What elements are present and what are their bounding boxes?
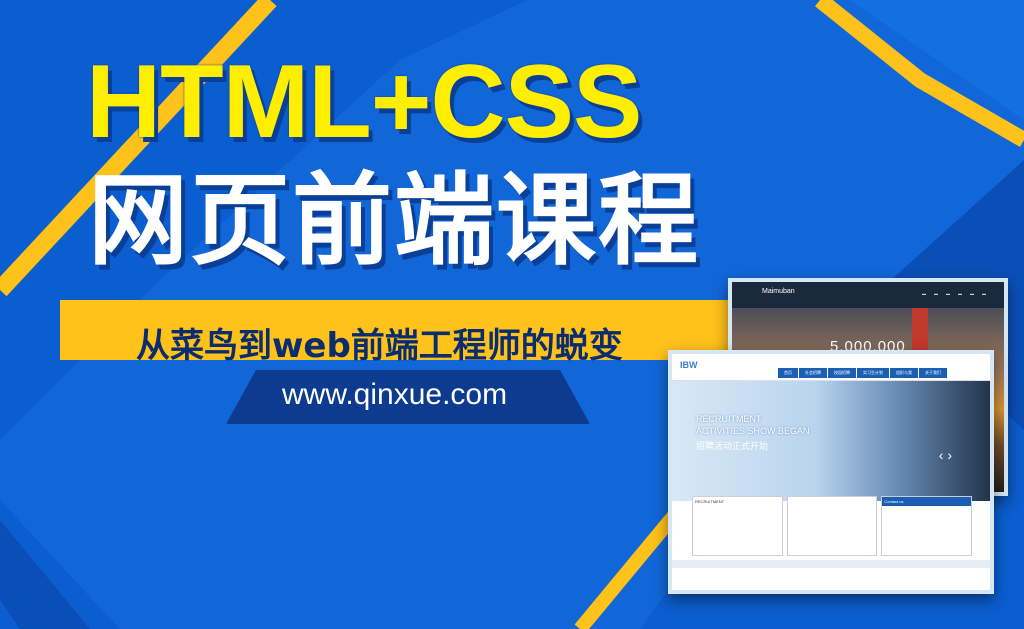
screenshot-nav: ▬ ▬ ▬ ▬ ▬ ▬ <box>922 291 986 296</box>
subtitle: 从菜鸟到web前端工程师的蜕变 <box>136 326 623 366</box>
card <box>786 496 878 556</box>
screenshot-cards: RECRUITMENT Contact us <box>692 496 973 556</box>
screenshot-header: IBW 首页 社会招聘 校园招聘 实习生计划 组织与我 关于我们 <box>672 354 990 381</box>
screenshot-hero: RECRUITMENT ACTIVITIES SHOW BEGAN 招聘活动正式… <box>672 381 990 501</box>
screenshot-footer-strip <box>672 560 990 568</box>
card: Contact us <box>881 496 973 556</box>
card: RECRUITMENT <box>692 496 783 556</box>
screenshot-nav: 首页 社会招聘 校园招聘 实习生计划 组织与我 关于我们 <box>778 368 947 378</box>
hero-line-3: 招聘活动正式开始 <box>696 441 769 451</box>
title-english: HTML+CSS <box>86 44 642 160</box>
banner: HTML+CSS 网页前端课程 从菜鸟到web前端工程师的蜕变 www.qinx… <box>0 0 1024 629</box>
nav-item: 首页 <box>778 368 798 378</box>
nav-item: 社会招聘 <box>799 368 827 378</box>
screenshot-logo: Maimuban <box>762 288 795 295</box>
nav-item: 组织与我 <box>890 368 918 378</box>
hero-line-1: RECRUITMENT ACTIVITIES SHOW BEGAN <box>696 414 810 436</box>
screenshot-logo: IBW <box>680 360 698 370</box>
nav-item: 关于我们 <box>919 368 947 378</box>
title-chinese: 网页前端课程 <box>88 162 700 279</box>
website-url[interactable]: www.qinxue.com <box>282 378 507 412</box>
screenshot-header: Maimuban ▬ ▬ ▬ ▬ ▬ ▬ <box>732 282 1004 308</box>
nav-item: 校园招聘 <box>828 368 856 378</box>
carousel-arrows-icon: ‹ › <box>938 447 952 463</box>
nav-item: 实习生计划 <box>857 368 889 378</box>
screenshot-bottom <box>672 568 990 590</box>
website-screenshot-front: IBW 首页 社会招聘 校园招聘 实习生计划 组织与我 关于我们 RECRUIT… <box>668 350 994 594</box>
